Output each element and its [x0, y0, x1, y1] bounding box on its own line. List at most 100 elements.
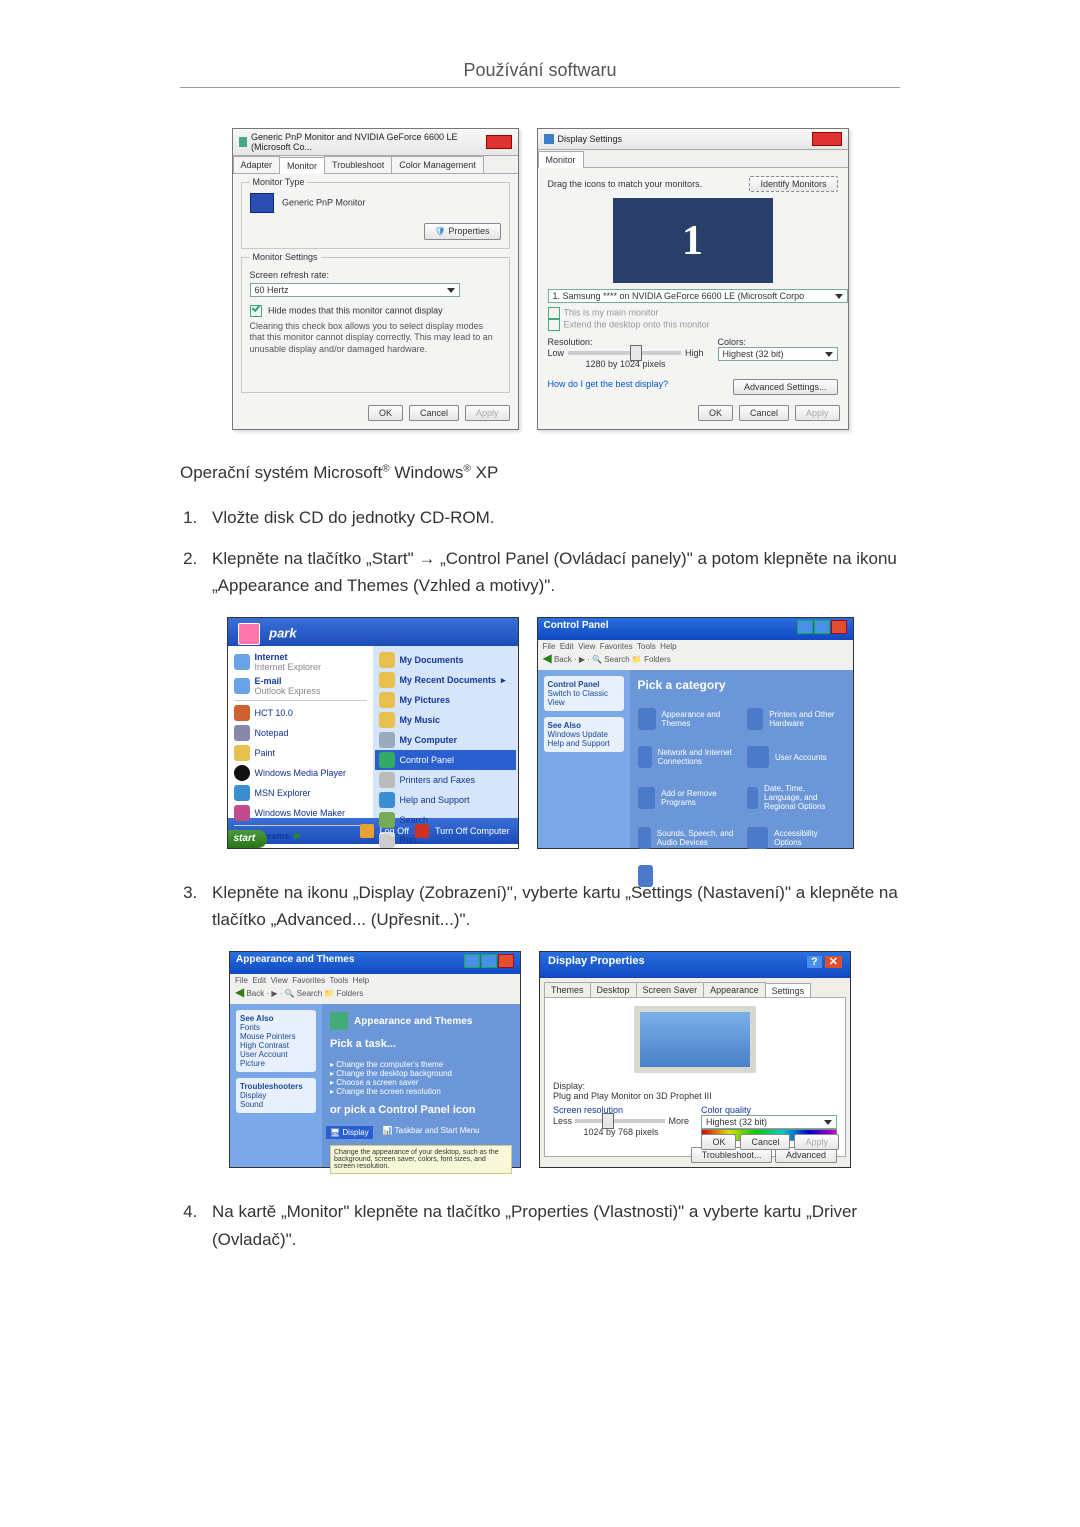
forward-icon[interactable]: ▶: [579, 655, 585, 664]
tabs: Themes Desktop Screen Saver Appearance S…: [540, 978, 850, 997]
properties-button[interactable]: 🛡 Properties: [424, 223, 501, 240]
refresh-rate-select[interactable]: 60 Hertz: [250, 283, 460, 297]
apply-button[interactable]: Apply: [465, 405, 510, 421]
close-icon[interactable]: ✕: [825, 956, 842, 968]
color-quality-select[interactable]: Highest (32 bit): [701, 1115, 837, 1129]
category-item[interactable]: Accessibility Options: [747, 827, 845, 849]
category-item[interactable]: User Accounts: [747, 746, 845, 768]
tab-troubleshoot[interactable]: Troubleshoot: [324, 156, 392, 173]
start-item[interactable]: Printers and Faxes: [379, 770, 512, 790]
slider-more: More: [668, 1116, 689, 1126]
start-item-email[interactable]: E-mailOutlook Express: [234, 674, 367, 698]
best-display-link[interactable]: How do I get the best display?: [548, 379, 669, 395]
display-properties-dialog: Display Properties ? ✕ Themes Desktop Sc…: [539, 951, 851, 1168]
ok-button[interactable]: OK: [698, 405, 733, 421]
task-link[interactable]: ▸ Change the screen resolution: [330, 1087, 512, 1096]
tab-monitor[interactable]: Monitor: [538, 151, 584, 168]
category-item[interactable]: Date, Time, Language, and Regional Optio…: [747, 784, 845, 811]
page-title: Používání softwaru: [180, 60, 900, 88]
minimize-icon[interactable]: [464, 954, 480, 968]
colors-select[interactable]: Highest (32 bit): [718, 347, 838, 361]
back-icon[interactable]: ◀: [543, 651, 552, 665]
category-icon: [747, 746, 769, 768]
category-item[interactable]: Sounds, Speech, and Audio Devices: [638, 827, 736, 849]
cancel-button[interactable]: Cancel: [740, 1134, 790, 1150]
start-button[interactable]: start: [228, 830, 268, 848]
task-link[interactable]: ▸ Change the computer's theme: [330, 1060, 512, 1069]
sidebar-link[interactable]: Help and Support: [548, 739, 610, 748]
sidebar-link[interactable]: Windows Update: [548, 730, 608, 739]
start-item[interactable]: My Documents: [379, 650, 512, 670]
tab-adapter[interactable]: Adapter: [233, 156, 281, 173]
start-header: park: [228, 618, 518, 646]
main-monitor-label: This is my main monitor: [564, 307, 659, 317]
task-link[interactable]: ▸ Choose a screen saver: [330, 1078, 512, 1087]
category-item[interactable]: Add or Remove Programs: [638, 784, 736, 811]
cp-icon-display[interactable]: 🖥 Display: [326, 1126, 373, 1139]
turnoff-label[interactable]: Turn Off Computer: [435, 826, 510, 836]
start-item[interactable]: Help and Support: [379, 790, 512, 810]
hide-modes-checkbox[interactable]: [250, 305, 262, 317]
main-pane: Appearance and Themes Pick a task... ▸ C…: [322, 1004, 520, 1167]
folder-icon: [379, 692, 395, 708]
category-item[interactable]: Printers and Other Hardware: [747, 708, 845, 730]
resolution-slider[interactable]: [568, 351, 681, 355]
advanced-settings-button[interactable]: Advanced Settings...: [733, 379, 838, 395]
computer-icon: [379, 732, 395, 748]
start-item-control-panel[interactable]: Control Panel: [375, 750, 516, 770]
start-item[interactable]: Notepad: [234, 723, 367, 743]
close-icon[interactable]: [831, 620, 847, 634]
close-icon[interactable]: [486, 135, 512, 149]
maximize-icon[interactable]: [814, 620, 830, 634]
tab-appearance[interactable]: Appearance: [703, 982, 766, 997]
start-item[interactable]: My Computer: [379, 730, 512, 750]
tab-settings[interactable]: Settings: [765, 983, 812, 998]
hide-modes-label: Hide modes that this monitor cannot disp…: [268, 305, 443, 315]
category-icon: [747, 708, 763, 730]
cp-icon-taskbar[interactable]: 📊 Taskbar and Start Menu: [383, 1126, 480, 1139]
category-item[interactable]: Appearance and Themes: [638, 708, 736, 730]
shutdown-icon[interactable]: [415, 824, 429, 838]
monitor-preview[interactable]: 1: [613, 198, 773, 283]
start-item[interactable]: Paint: [234, 743, 367, 763]
tab-monitor[interactable]: Monitor: [279, 157, 325, 174]
start-item[interactable]: Windows Media Player: [234, 763, 367, 783]
tooltip: Change the appearance of your desktop, s…: [330, 1145, 512, 1174]
ok-button[interactable]: OK: [368, 405, 403, 421]
monitor-settings-group: Monitor Settings Screen refresh rate: 60…: [241, 257, 510, 393]
tab-themes[interactable]: Themes: [544, 982, 591, 997]
sidebar-box: See AlsoFontsMouse PointersHigh Contrast…: [236, 1010, 316, 1072]
cancel-button[interactable]: Cancel: [409, 405, 459, 421]
close-icon[interactable]: [498, 954, 514, 968]
cancel-button[interactable]: Cancel: [739, 405, 789, 421]
help-icon[interactable]: ?: [807, 956, 822, 968]
task-link[interactable]: ▸ Change the desktop background: [330, 1069, 512, 1078]
apply-button[interactable]: Apply: [794, 1134, 839, 1150]
start-item[interactable]: MSN Explorer: [234, 783, 367, 803]
start-item-internet[interactable]: InternetInternet Explorer: [234, 650, 367, 674]
tab-desktop[interactable]: Desktop: [590, 982, 637, 997]
start-item[interactable]: Windows Movie Maker: [234, 803, 367, 823]
apply-button[interactable]: Apply: [795, 405, 840, 421]
window-icon: [239, 137, 248, 147]
tab-screensaver[interactable]: Screen Saver: [636, 982, 705, 997]
start-item[interactable]: My Recent Documents ▸: [379, 670, 512, 690]
resolution-slider[interactable]: [575, 1119, 665, 1123]
start-item[interactable]: HCT 10.0: [234, 703, 367, 723]
category-item[interactable]: Network and Internet Connections: [638, 746, 736, 768]
ok-button[interactable]: OK: [701, 1134, 736, 1150]
minimize-icon[interactable]: [797, 620, 813, 634]
moviemaker-icon: [234, 805, 250, 821]
start-item[interactable]: My Music: [379, 710, 512, 730]
start-item[interactable]: My Pictures: [379, 690, 512, 710]
identify-monitors-button[interactable]: Identify Monitors: [749, 176, 837, 192]
maximize-icon[interactable]: [481, 954, 497, 968]
display-select[interactable]: 1. Samsung **** on NVIDIA GeForce 6600 L…: [548, 289, 848, 303]
resolution-label: Screen resolution: [553, 1105, 689, 1115]
logoff-label[interactable]: Log Off: [380, 826, 409, 836]
tab-color-management[interactable]: Color Management: [391, 156, 484, 173]
close-icon[interactable]: [812, 132, 842, 146]
category-item[interactable]: Performance and Maintenance: [638, 865, 736, 887]
switch-view-link[interactable]: Switch to Classic View: [548, 689, 608, 707]
logoff-icon[interactable]: [360, 824, 374, 838]
